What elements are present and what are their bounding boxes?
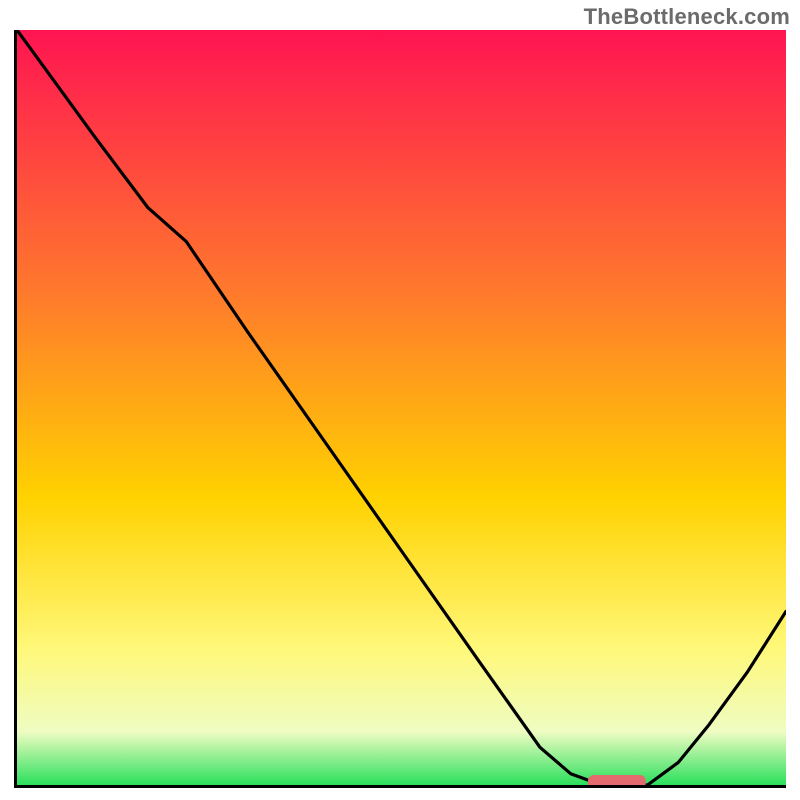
watermark-text: TheBottleneck.com — [584, 4, 790, 30]
optimal-marker — [588, 775, 646, 785]
gradient-background — [17, 30, 786, 785]
chart-svg — [17, 30, 786, 785]
chart-area — [14, 30, 786, 788]
